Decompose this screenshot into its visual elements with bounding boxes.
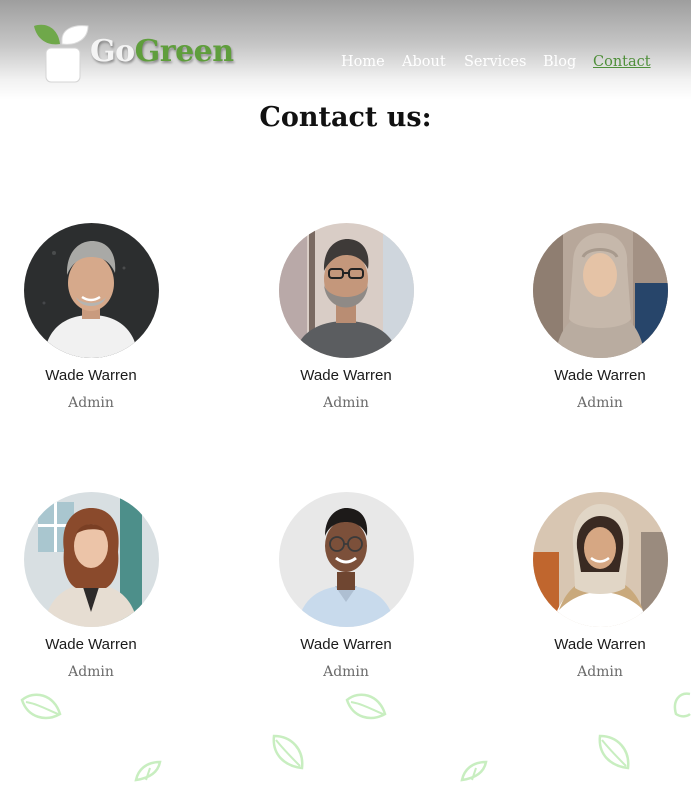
team-card: Wade Warren Admin: [520, 492, 680, 680]
member-role: Admin: [323, 664, 369, 680]
team-card: Wade Warren Admin: [11, 492, 171, 680]
avatar[interactable]: [278, 492, 414, 627]
member-role: Admin: [577, 664, 623, 680]
member-name: Wade Warren: [45, 367, 137, 384]
avatar[interactable]: [532, 223, 668, 358]
sprout-decoration-icon: [460, 760, 488, 782]
team-card: Wade Warren Admin: [520, 223, 680, 411]
nav-blog-link[interactable]: Blog: [543, 54, 576, 70]
nav-home-link[interactable]: Home: [341, 54, 385, 70]
team-card: Wade Warren Admin: [11, 223, 171, 411]
leaf-decoration-icon: [673, 692, 691, 718]
nav-contact-link[interactable]: Contact: [593, 54, 651, 70]
person-photo-gray-hair-man-icon: [23, 223, 159, 358]
avatar[interactable]: [23, 223, 159, 358]
person-photo-woman-scarf-icon: [532, 492, 668, 627]
nav-about-link[interactable]: About: [402, 54, 446, 70]
person-photo-man-glasses-icon: [278, 492, 414, 627]
avatar[interactable]: [278, 223, 414, 358]
person-photo-woman-hijab-icon: [532, 223, 668, 358]
leaf-decoration-icon: [20, 693, 62, 720]
leaf-decoration-icon: [598, 734, 630, 770]
member-name: Wade Warren: [554, 367, 646, 384]
member-role: Admin: [68, 395, 114, 411]
leaf-decoration-icon: [272, 734, 304, 770]
member-role: Admin: [68, 664, 114, 680]
leaf-decoration-icon: [345, 693, 387, 720]
avatar[interactable]: [532, 492, 668, 627]
team-card: Wade Warren Admin: [266, 223, 426, 411]
member-role: Admin: [577, 395, 623, 411]
avatar[interactable]: [23, 492, 159, 627]
member-name: Wade Warren: [554, 636, 646, 653]
member-role: Admin: [323, 395, 369, 411]
member-name: Wade Warren: [300, 367, 392, 384]
main-nav: Home About Services Blog Contact: [0, 54, 691, 76]
person-photo-woman-red-hair-icon: [23, 492, 159, 627]
member-name: Wade Warren: [300, 636, 392, 653]
sprout-decoration-icon: [134, 760, 162, 782]
person-photo-bearded-man-icon: [278, 223, 414, 358]
nav-services-link[interactable]: Services: [464, 54, 526, 70]
team-card: Wade Warren Admin: [266, 492, 426, 680]
site-header: GoGreen Home About Services Blog Contact: [0, 0, 691, 100]
member-name: Wade Warren: [45, 636, 137, 653]
page-title: Contact us:: [259, 102, 432, 133]
